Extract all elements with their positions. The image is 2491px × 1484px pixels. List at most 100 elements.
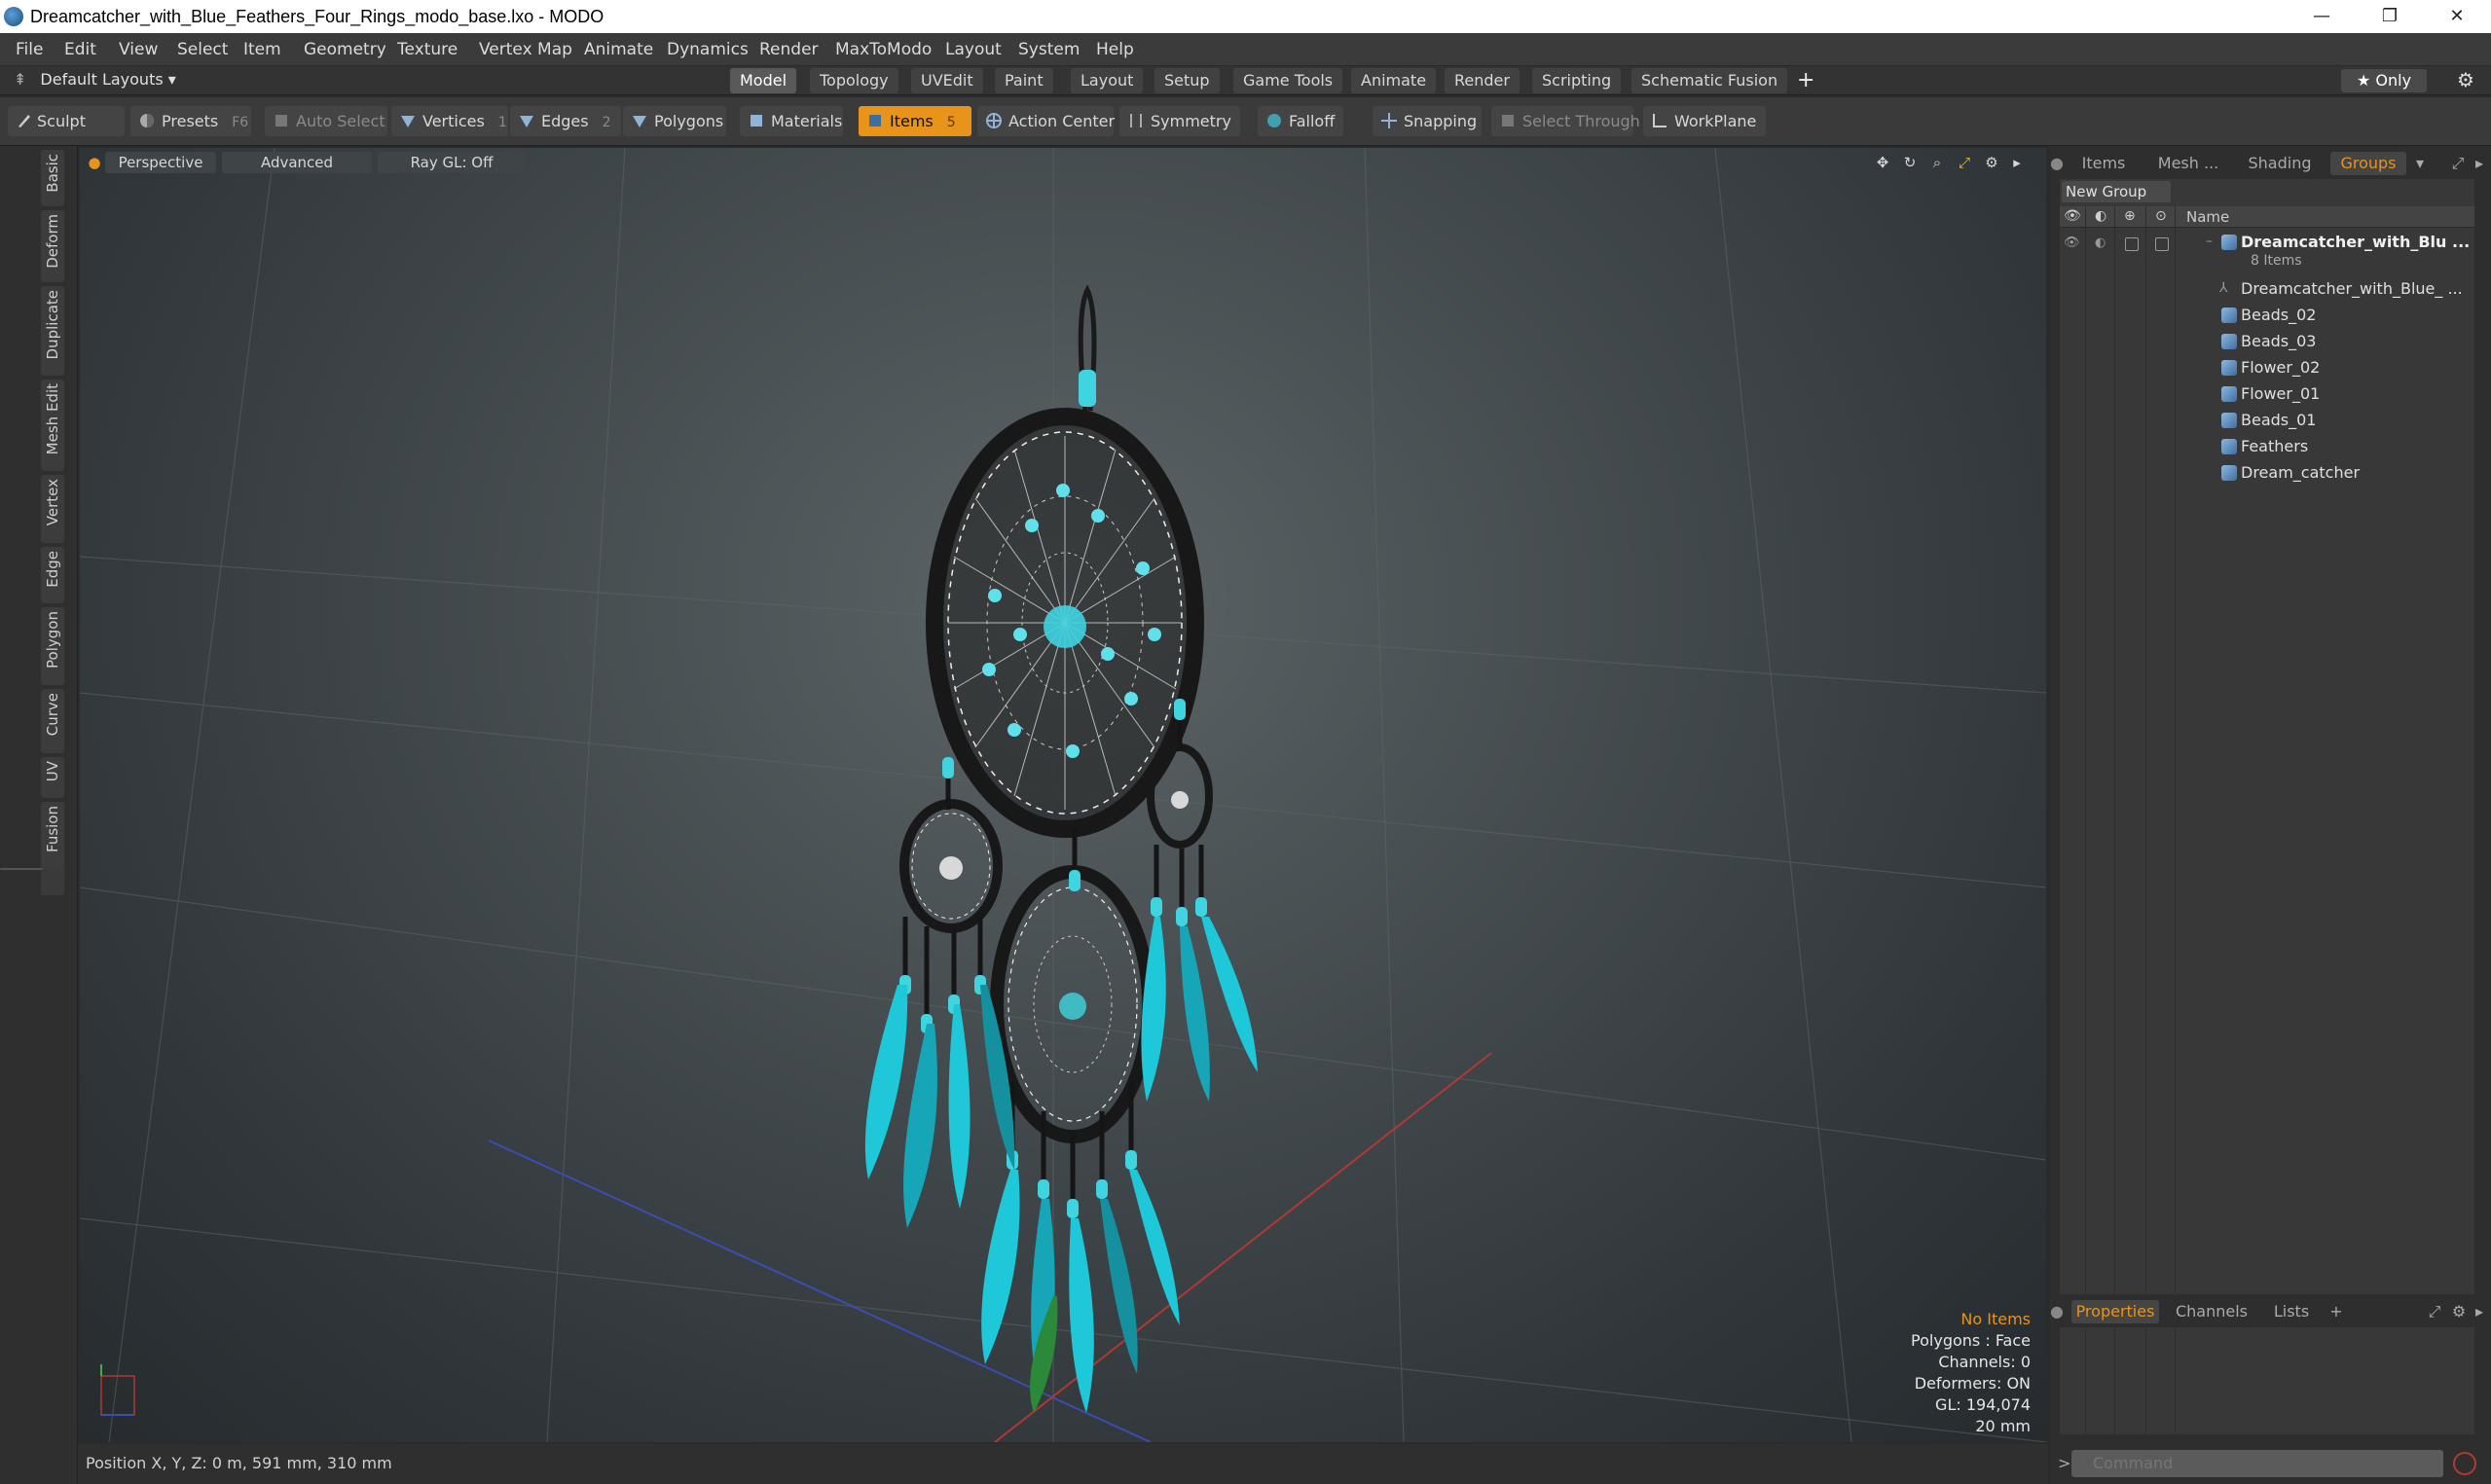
perspective-button[interactable]: Perspective (105, 152, 216, 173)
tree-row-beads-01[interactable]: Beads_01 (2060, 408, 2474, 434)
visibility-eye-icon[interactable]: 👁 (2064, 235, 2080, 250)
menu-file[interactable]: File (16, 40, 43, 59)
props-menu-dot[interactable]: ● (2050, 1300, 2064, 1323)
tab-fusion[interactable]: Fusion (41, 802, 64, 872)
tree-row-beads-02[interactable]: Beads_02 (2060, 303, 2474, 329)
tab-uvedit[interactable]: UVEdit (911, 68, 983, 93)
tab-uv[interactable]: UV (41, 757, 64, 798)
gear-icon[interactable]: ⚙ (2457, 68, 2474, 91)
tab-polygon[interactable]: Polygon (41, 607, 64, 685)
panel-menu-dot[interactable]: ● (2050, 152, 2064, 175)
menu-render[interactable]: Render (759, 40, 819, 59)
tab-shading[interactable]: Shading (2239, 152, 2321, 175)
materials-button[interactable]: Materials (740, 106, 843, 136)
menu-geometry[interactable]: Geometry (304, 40, 386, 59)
menu-dynamics[interactable]: Dynamics (667, 40, 749, 59)
polygons-button[interactable]: Polygons (623, 106, 726, 136)
props-gear-icon[interactable]: ⚙ (2449, 1300, 2469, 1323)
props-arrow-icon[interactable]: ▸ (2471, 1300, 2488, 1323)
tab-render[interactable]: Render (1445, 68, 1520, 93)
workplane-button[interactable]: WorkPlane (1643, 106, 1766, 136)
falloff-button[interactable]: Falloff (1258, 106, 1343, 136)
tab-layout[interactable]: Layout (1071, 68, 1144, 93)
lock-column-icon[interactable]: ⊕ (2124, 208, 2136, 224)
items-button[interactable]: Items 5 (859, 106, 971, 136)
tab-expand-button[interactable] (41, 868, 64, 895)
tree-row-flower-02[interactable]: Flower_02 (2060, 355, 2474, 381)
tab-items[interactable]: Items (2068, 152, 2140, 175)
tab-scripting[interactable]: Scripting (1532, 68, 1622, 93)
command-input[interactable] (2071, 1450, 2443, 1477)
tab-curve[interactable]: Curve (41, 689, 64, 753)
edges-button[interactable]: Edges 2 (510, 106, 621, 136)
fit-icon[interactable]: ⤢ (1953, 152, 1976, 173)
auto-select-button[interactable]: Auto Select (265, 106, 387, 136)
render-toggle-icon[interactable]: ◐ (2095, 235, 2106, 250)
tab-properties[interactable]: Properties (2071, 1300, 2159, 1323)
minimize-button[interactable]: — (2288, 0, 2356, 33)
tab-mesh[interactable]: Mesh ... (2147, 152, 2229, 175)
tab-edge[interactable]: Edge (41, 547, 64, 603)
tab-basic[interactable]: Basic (41, 150, 64, 206)
tab-duplicate[interactable]: Duplicate (41, 286, 64, 376)
menu-item[interactable]: Item (243, 40, 281, 59)
menu-select[interactable]: Select (177, 40, 228, 59)
tab-mesh-edit[interactable]: Mesh Edit (41, 380, 64, 471)
viewport-settings-icon[interactable]: ⚙ (1980, 152, 2003, 173)
select-checkbox[interactable] (2155, 237, 2169, 251)
symmetry-button[interactable]: Symmetry (1119, 106, 1240, 136)
tab-deform[interactable]: Deform (41, 210, 64, 282)
menu-maxtomodo[interactable]: MaxToModo (835, 40, 932, 59)
menu-help[interactable]: Help (1096, 40, 1134, 59)
maximize-button[interactable]: ❐ (2356, 0, 2424, 33)
menu-texture[interactable]: Texture (397, 40, 458, 59)
add-tab-button[interactable]: + (1787, 68, 1824, 93)
tab-game-tools[interactable]: Game Tools (1233, 68, 1343, 93)
add-props-tab-button[interactable]: + (2326, 1300, 2346, 1323)
tab-setup[interactable]: Setup (1154, 68, 1220, 93)
menu-view[interactable]: View (119, 40, 158, 59)
panel-arrow-icon[interactable]: ▸ (2471, 152, 2488, 175)
zoom-icon[interactable]: ⌕ (1925, 152, 1949, 173)
panel-expand-icon[interactable]: ⤢ (2447, 152, 2469, 175)
select-column-icon[interactable]: ⊙ (2155, 208, 2167, 224)
tree-row-feathers[interactable]: Feathers (2060, 434, 2474, 460)
visibility-column-icon[interactable]: 👁 (2064, 208, 2081, 224)
3d-viewport[interactable]: ● Perspective Advanced Ray GL: Off ✥ ↻ ⌕… (80, 148, 2046, 1442)
presets-button[interactable]: Presets F6 (130, 106, 251, 136)
snapping-button[interactable]: Snapping (1373, 106, 1482, 136)
rotate-icon[interactable]: ↻ (1898, 152, 1922, 173)
props-expand-icon[interactable]: ⤢ (2424, 1300, 2445, 1323)
tab-model[interactable]: Model (730, 68, 797, 93)
default-layouts-dropdown[interactable]: ⇞ Default Layouts ▾ (14, 70, 176, 89)
vertices-button[interactable]: Vertices 1 (391, 106, 508, 136)
tree-row-dream-catcher[interactable]: Dream_catcher (2060, 460, 2474, 487)
tab-schematic-fusion[interactable]: Schematic Fusion (1631, 68, 1788, 93)
tab-channels[interactable]: Channels (2171, 1300, 2253, 1323)
tab-animate[interactable]: Animate (1351, 68, 1437, 93)
tree-row-root[interactable]: 👁 ◐ – Dreamcatcher_with_Blu ... 8 Items (2060, 230, 2474, 276)
viewport-expand-icon[interactable]: ▸ (2007, 152, 2027, 173)
action-center-button[interactable]: Action Center (977, 106, 1115, 136)
raygl-button[interactable]: Ray GL: Off (378, 152, 526, 173)
record-icon[interactable] (2453, 1452, 2476, 1475)
render-column-icon[interactable]: ◐ (2095, 208, 2106, 224)
tab-groups[interactable]: Groups (2330, 152, 2406, 175)
tab-lists[interactable]: Lists (2262, 1300, 2321, 1323)
tab-vertex[interactable]: Vertex (41, 475, 64, 543)
lock-checkbox[interactable] (2125, 237, 2139, 251)
tree-row-locator[interactable]: ⅄ Dreamcatcher_with_Blue_ ... (2060, 276, 2474, 303)
only-toggle-button[interactable]: ★ Only (2341, 69, 2427, 92)
tab-topology[interactable]: Topology (810, 68, 898, 93)
sculpt-button[interactable]: Sculpt (8, 106, 125, 136)
viewport-menu-dot[interactable]: ● (88, 152, 101, 173)
tree-row-beads-03[interactable]: Beads_03 (2060, 329, 2474, 355)
menu-layout[interactable]: Layout (945, 40, 1002, 59)
new-group-button[interactable]: New Group (2062, 181, 2171, 202)
menu-system[interactable]: System (1018, 40, 1080, 59)
close-button[interactable]: ✕ (2423, 0, 2491, 33)
select-through-button[interactable]: Select Through (1491, 106, 1640, 136)
advanced-button[interactable]: Advanced (222, 152, 372, 173)
tree-row-flower-01[interactable]: Flower_01 (2060, 381, 2474, 408)
menu-vertex-map[interactable]: Vertex Map (479, 40, 572, 59)
